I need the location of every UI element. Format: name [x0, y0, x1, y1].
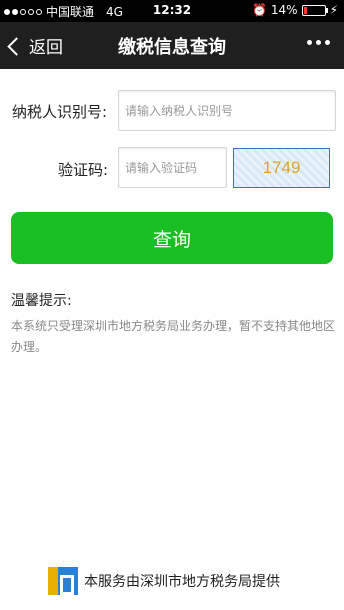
footer: 本服务由深圳市地方税务局提供 [48, 567, 280, 595]
nav-bar: 返回 缴税信息查询 [0, 22, 344, 69]
taxpayer-id-input[interactable]: 请输入纳税人识别号 [118, 90, 336, 131]
page-title: 缴税信息查询 [118, 37, 226, 58]
captcha-placeholder: 请输入验证码 [125, 161, 198, 175]
footer-text: 本服务由深圳市地方税务局提供 [84, 574, 280, 590]
battery-info: ⏰ 14% ⚡ [252, 3, 338, 17]
charging-icon: ⚡ [329, 3, 338, 17]
tips-title: 温馨提示: [11, 293, 72, 309]
query-button[interactable]: 查询 [11, 212, 333, 264]
tax-bureau-logo-icon [48, 567, 78, 595]
captcha-image[interactable]: 1749 [233, 148, 330, 188]
alarm-icon: ⏰ [251, 3, 267, 17]
status-bar: 中国联通 4G 12:32 ⏰ 14% ⚡ [0, 0, 344, 22]
captcha-input[interactable]: 请输入验证码 [118, 147, 227, 188]
battery-level [303, 6, 307, 14]
battery-percent: 14% [270, 3, 298, 17]
captcha-label: 验证码: [58, 161, 109, 179]
query-button-label: 查询 [152, 228, 191, 251]
more-options-icon[interactable] [307, 35, 330, 45]
taxpayer-id-placeholder: 请输入纳税人识别号 [125, 104, 234, 118]
tips-body: 本系统只受理深圳市地方税务局业务办理，暂不支持其他地区办理。 [11, 319, 336, 354]
captcha-code: 1749 [262, 158, 301, 177]
battery-icon [301, 4, 328, 16]
taxpayer-id-label: 纳税人识别号: [12, 103, 108, 121]
